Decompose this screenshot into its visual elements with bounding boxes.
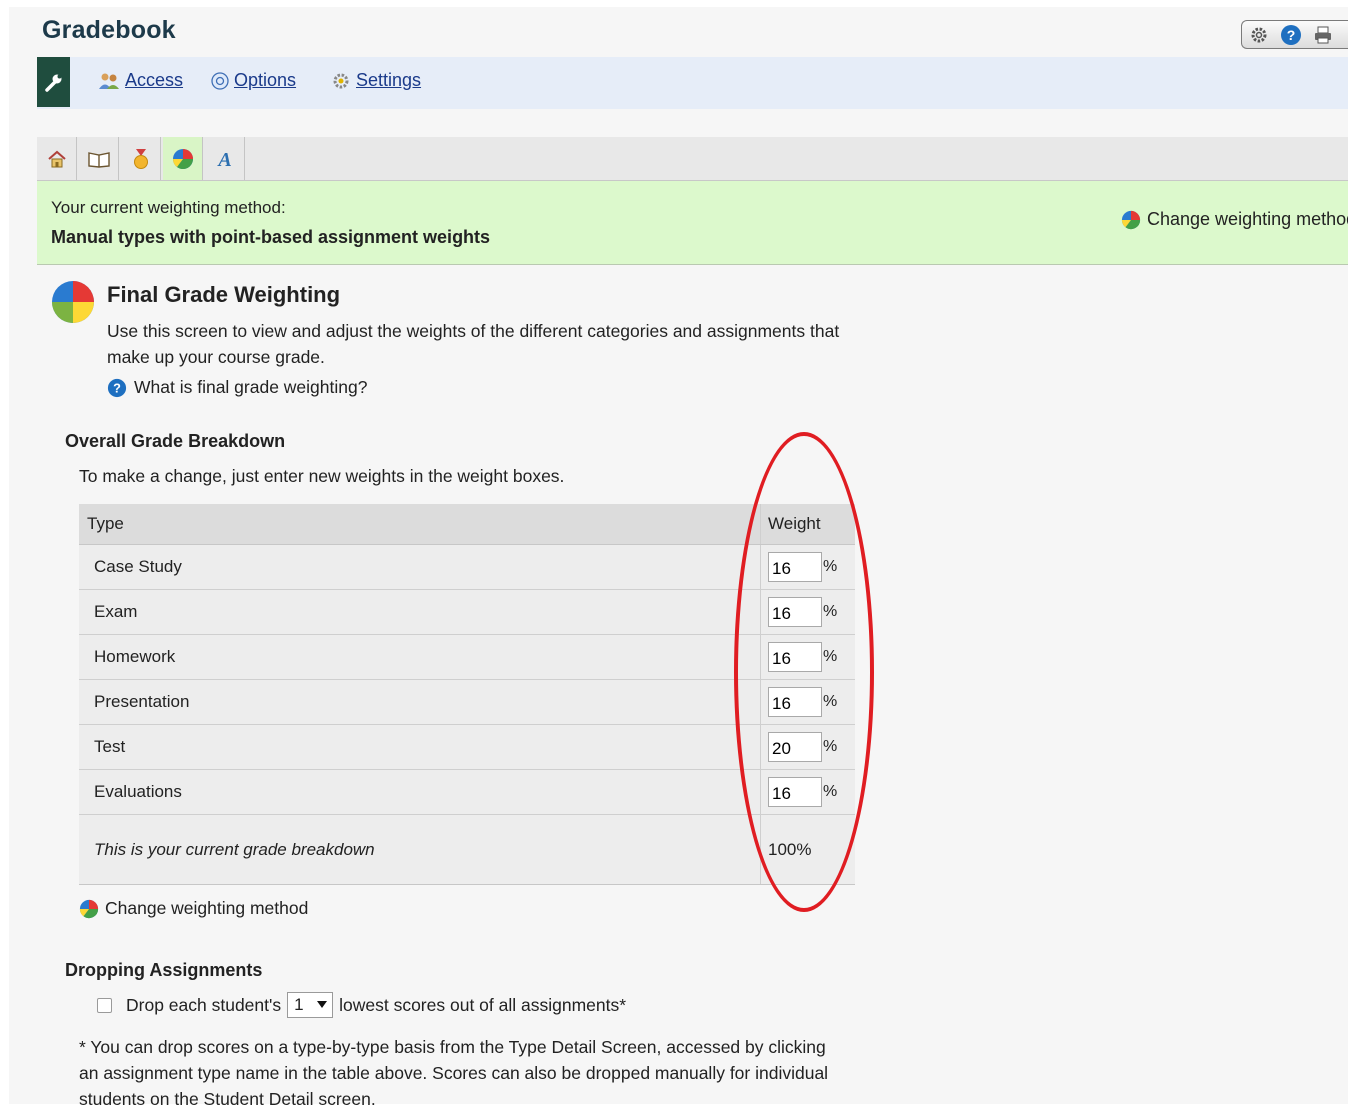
pie-chart-icon (79, 899, 99, 918)
weighting-banner: Your current weighting method: Manual ty… (37, 181, 1348, 265)
weight-cell: % (760, 769, 855, 815)
percent-sign: % (823, 693, 838, 710)
settings-gear-icon (333, 73, 349, 88)
percent-sign: % (823, 738, 838, 755)
total-row: This is your current grade breakdown 100… (79, 814, 855, 885)
tab-home[interactable] (37, 137, 77, 180)
grade-breakdown-table: Type Weight Case Study % Exam % Homework… (79, 504, 855, 885)
wrench-icon[interactable] (37, 57, 70, 107)
type-name[interactable]: Case Study (79, 544, 761, 590)
section-title: Final Grade Weighting (107, 282, 341, 307)
overall-breakdown-heading: Overall Grade Breakdown (65, 431, 286, 451)
options-icon (211, 71, 229, 90)
help-link-label: What is final grade weighting? (134, 377, 368, 397)
table-row: Case Study % (79, 544, 855, 590)
settings-label: Settings (356, 70, 422, 90)
access-link[interactable]: Access (98, 70, 183, 91)
weight-cell: % (760, 679, 855, 725)
table-row: Test % (79, 724, 855, 770)
help-icon: ? (107, 378, 127, 397)
svg-text:?: ? (113, 380, 121, 395)
medal-icon (133, 148, 148, 169)
current-weighting-method: Manual types with point-based assignment… (51, 227, 491, 247)
change-weighting-link[interactable]: Change weighting method (79, 898, 308, 919)
weight-cell: % (760, 634, 855, 680)
section-description: Use this screen to view and adjust the w… (107, 321, 840, 367)
weight-input[interactable] (768, 552, 822, 582)
weight-input[interactable] (768, 777, 822, 807)
drop-label-before: Drop each student's (126, 994, 282, 1015)
access-label: Access (125, 70, 184, 90)
total-value: 100% (760, 814, 855, 885)
chevron-down-icon (317, 1001, 328, 1008)
table-row: Homework % (79, 634, 855, 680)
weight-input[interactable] (768, 642, 822, 672)
weight-cell: % (760, 724, 855, 770)
tab-letter[interactable]: A (205, 137, 245, 180)
weight-cell: % (760, 589, 855, 635)
print-icon[interactable] (1312, 24, 1334, 46)
drop-scores-row: Drop each student's 1 lowest scores out … (97, 992, 626, 1018)
type-name[interactable]: Presentation (79, 679, 761, 725)
gradebook-toolbar: Access Options Settings (37, 57, 1348, 109)
drop-count-select[interactable]: 1 (287, 992, 334, 1018)
table-row: Presentation % (79, 679, 855, 725)
weight-cell: % (760, 544, 855, 590)
dropping-footnote: * You can drop scores on a type-by-type … (79, 1037, 829, 1109)
tab-weighting[interactable] (163, 137, 203, 180)
dropping-heading: Dropping Assignments (65, 960, 263, 980)
help-icon[interactable]: ? (1280, 24, 1302, 46)
percent-sign: % (823, 648, 838, 665)
weight-input[interactable] (768, 732, 822, 762)
tab-book[interactable] (79, 137, 119, 180)
table-header-row: Type Weight (79, 504, 855, 545)
weighting-pie-icon (51, 280, 95, 329)
table-row: Evaluations % (79, 769, 855, 815)
people-icon (99, 73, 119, 89)
weight-column-header: Weight (760, 504, 855, 545)
letter-a-icon: A (216, 149, 231, 170)
type-name[interactable]: Evaluations (79, 769, 761, 815)
options-link[interactable]: Options (211, 70, 296, 91)
overall-intro: To make a change, just enter new weights… (79, 466, 565, 486)
what-is-weighting-link[interactable]: ? What is final grade weighting? (107, 377, 367, 398)
settings-link[interactable]: Settings (331, 70, 421, 91)
type-column-header: Type (79, 504, 761, 545)
tab-medal[interactable] (121, 137, 161, 180)
type-name[interactable]: Test (79, 724, 761, 770)
pie-chart-icon (172, 148, 193, 169)
drop-count-value: 1 (294, 995, 304, 1014)
app-title: Gradebook (42, 16, 176, 44)
percent-sign: % (823, 603, 838, 620)
home-icon (47, 150, 66, 167)
percent-sign: % (823, 558, 838, 575)
percent-sign: % (823, 783, 838, 800)
type-name[interactable]: Exam (79, 589, 761, 635)
book-icon (87, 151, 110, 168)
change-weighting-label: Change weighting method (1147, 209, 1348, 229)
options-label: Options (234, 70, 297, 90)
drop-label-after: lowest scores out of all assignments* (339, 994, 627, 1015)
weight-input[interactable] (768, 597, 822, 627)
change-weighting-link-top[interactable]: Change weighting method (1121, 209, 1348, 230)
header-toolbox: ? (1241, 20, 1348, 49)
type-name[interactable]: Homework (79, 634, 761, 680)
change-weighting-label: Change weighting method (105, 898, 309, 918)
banner-label: Your current weighting method: (51, 198, 286, 217)
tab-strip: A (37, 137, 1348, 181)
svg-text:A: A (216, 149, 231, 170)
total-label: This is your current grade breakdown (79, 814, 761, 885)
gear-icon[interactable] (1248, 24, 1270, 46)
svg-text:?: ? (1287, 27, 1296, 43)
pie-chart-icon (1121, 210, 1141, 229)
drop-scores-checkbox[interactable] (97, 997, 112, 1013)
weight-input[interactable] (768, 687, 822, 717)
table-row: Exam % (79, 589, 855, 635)
